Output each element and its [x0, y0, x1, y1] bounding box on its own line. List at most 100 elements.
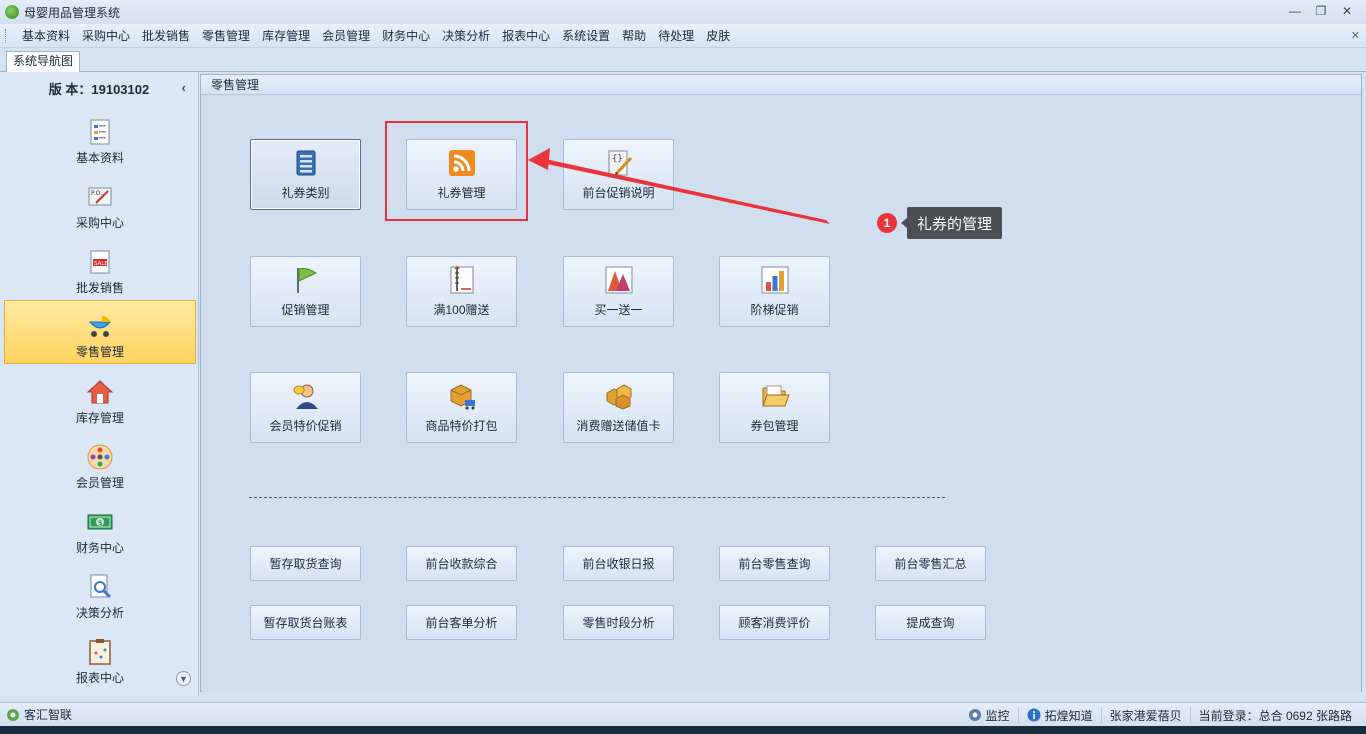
- menu-close-icon[interactable]: ✕: [1351, 29, 1360, 42]
- status-bar: 客汇智联 监控 拓煌知道 张家港爱蓓贝 当前登录：总合 0692 张路路: [0, 702, 1366, 726]
- restore-button[interactable]: ❐: [1308, 2, 1334, 20]
- menu-bar: 基本资料 采购中心 批发销售 零售管理 库存管理 会员管理 财务中心 决策分析 …: [0, 24, 1366, 48]
- folder-open-icon: [761, 385, 790, 407]
- sidebar-item-label: 决策分析: [75, 606, 124, 620]
- panel-title: 零售管理: [201, 75, 1361, 95]
- title-bar: 母婴用品管理系统 — ❐ ✕: [0, 0, 1366, 24]
- svg-text:$: $: [98, 519, 102, 527]
- flag-icon: [296, 268, 317, 293]
- sidebar-item-inventory[interactable]: 库存管理: [4, 365, 196, 429]
- menu-finance[interactable]: 财务中心: [376, 25, 436, 47]
- sidebar-item-label: 基本资料: [75, 151, 124, 165]
- func-label: 礼券类别: [281, 186, 330, 200]
- menu-pending[interactable]: 待处理: [652, 25, 700, 47]
- bar-chart-icon: [761, 266, 788, 294]
- store-label: 张家港爱蓓贝: [1109, 708, 1182, 723]
- monitor-status[interactable]: 监控: [960, 707, 1018, 723]
- sidebar-item-member[interactable]: 会员管理: [4, 430, 196, 494]
- section-divider: [249, 497, 945, 498]
- gift-voucher-category-button[interactable]: 礼券类别: [250, 139, 361, 210]
- sidebar: 版 本：19103102 ‹ 基本资料 P.O. 采购中心 SALE 批发销售 …: [0, 72, 199, 696]
- retail-time-analysis-button[interactable]: 零售时段分析: [563, 605, 674, 640]
- sidebar-item-label: 零售管理: [75, 345, 124, 359]
- tab-strip: 系统导航图: [0, 48, 1366, 72]
- annotation-callout: 1 礼券的管理: [877, 207, 1003, 239]
- house-icon: [86, 380, 114, 404]
- app-logo-icon: [5, 5, 19, 19]
- front-retail-query-button[interactable]: 前台零售查询: [719, 546, 830, 581]
- promotion-manage-button[interactable]: 促销管理: [250, 256, 361, 327]
- menu-retail[interactable]: 零售管理: [196, 25, 256, 47]
- func-label: 阶梯促销: [750, 303, 799, 317]
- front-customer-analysis-button[interactable]: 前台客单分析: [406, 605, 517, 640]
- help-status[interactable]: 拓煌知道: [1017, 707, 1101, 723]
- version-label: 版 本：19103102 ‹: [0, 72, 198, 104]
- annotation-number: 1: [877, 213, 897, 233]
- sidebar-item-label: 库存管理: [75, 411, 124, 425]
- menu-reports[interactable]: 报表中心: [496, 25, 556, 47]
- temp-pickup-ledger-button[interactable]: 暂存取货台账表: [250, 605, 361, 640]
- baby-stroller-icon: [88, 315, 112, 337]
- sidebar-item-label: 会员管理: [75, 476, 124, 490]
- func-label: 消费赠送储值卡: [576, 419, 661, 433]
- tiered-promo-button[interactable]: 阶梯促销: [719, 256, 830, 327]
- store-status: 张家港爱蓓贝: [1100, 707, 1190, 723]
- sidebar-item-retail[interactable]: 零售管理: [4, 300, 196, 364]
- minimize-button[interactable]: —: [1282, 2, 1308, 20]
- annotation-highlight-box: [385, 121, 528, 221]
- menu-skin[interactable]: 皮肤: [700, 25, 736, 47]
- menu-settings[interactable]: 系统设置: [556, 25, 616, 47]
- company-label: 客汇智联: [24, 708, 73, 722]
- sidebar-item-purchase[interactable]: P.O. 采购中心: [4, 170, 196, 234]
- annotation-arrow: [528, 148, 830, 224]
- help-label: 拓煌知道: [1044, 708, 1093, 723]
- front-retail-summary-button[interactable]: 前台零售汇总: [875, 546, 986, 581]
- ruler-chart-icon: [450, 266, 473, 294]
- buy-one-get-one-button[interactable]: 买一送一: [563, 256, 674, 327]
- menu-grip: [5, 29, 8, 43]
- list-icon: [296, 150, 315, 176]
- member-special-promo-button[interactable]: 会员特价促销: [250, 372, 361, 443]
- scroll-down-icon[interactable]: ▼: [176, 671, 191, 686]
- spend-gift-stored-card-button[interactable]: 消费赠送储值卡: [563, 372, 674, 443]
- func-label: 促销管理: [281, 303, 330, 317]
- sidebar-item-wholesale[interactable]: SALE 批发销售: [4, 235, 196, 299]
- sidebar-item-label: 采购中心: [75, 216, 124, 230]
- sidebar-item-label: 批发销售: [75, 281, 124, 295]
- front-cashier-daily-button[interactable]: 前台收银日报: [563, 546, 674, 581]
- menu-inventory[interactable]: 库存管理: [256, 25, 316, 47]
- sidebar-item-finance[interactable]: $ 财务中心: [4, 495, 196, 559]
- menu-analysis[interactable]: 决策分析: [436, 25, 496, 47]
- svg-text:P.O.: P.O.: [91, 190, 102, 197]
- os-taskbar: [0, 726, 1366, 734]
- sidebar-item-reports[interactable]: 报表中心: [4, 625, 196, 689]
- monitor-label: 监控: [985, 708, 1010, 723]
- connection-icon: [7, 708, 19, 721]
- tab-system-nav[interactable]: 系统导航图: [6, 51, 81, 72]
- menu-help[interactable]: 帮助: [616, 25, 652, 47]
- svg-text:SALE: SALE: [94, 261, 108, 267]
- menu-purchase[interactable]: 采购中心: [76, 25, 136, 47]
- func-label: 满100赠送: [433, 303, 490, 317]
- menu-wholesale[interactable]: 批发销售: [136, 25, 196, 47]
- commission-query-button[interactable]: 提成查询: [875, 605, 986, 640]
- spend-100-gift-button[interactable]: 满100赠送: [406, 256, 517, 327]
- document-list-icon: [90, 119, 110, 145]
- sidebar-item-analysis[interactable]: 决策分析: [4, 560, 196, 624]
- monitor-icon: [968, 709, 981, 721]
- sidebar-item-basic-data[interactable]: 基本资料: [4, 105, 196, 169]
- front-payment-summary-button[interactable]: 前台收款综合: [406, 546, 517, 581]
- close-button[interactable]: ✕: [1334, 2, 1360, 20]
- menu-member[interactable]: 会员管理: [316, 25, 376, 47]
- money-icon: $: [87, 514, 113, 530]
- menu-basic-data[interactable]: 基本资料: [16, 25, 76, 47]
- func-label: 券包管理: [750, 419, 799, 433]
- collapse-chevron-icon[interactable]: ‹: [182, 80, 186, 95]
- func-label: 买一送一: [594, 303, 643, 317]
- customer-rating-button[interactable]: 顾客消费评价: [719, 605, 830, 640]
- box-cart-icon: [450, 384, 475, 410]
- temp-pickup-query-button[interactable]: 暂存取货查询: [250, 546, 361, 581]
- voucher-pack-manage-button[interactable]: 券包管理: [719, 372, 830, 443]
- version-text: 版 本：19103102: [48, 81, 150, 97]
- product-special-bundle-button[interactable]: 商品特价打包: [406, 372, 517, 443]
